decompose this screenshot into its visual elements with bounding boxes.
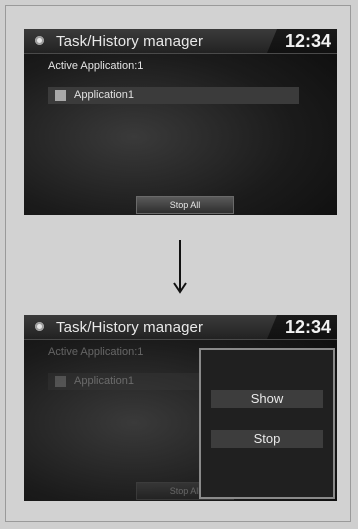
- clock: 12:34: [284, 31, 331, 51]
- stop-button[interactable]: Stop: [211, 430, 323, 448]
- application-label: Application1: [74, 89, 134, 101]
- title-bar: Task/History manager 12:34: [24, 29, 337, 54]
- show-button[interactable]: Show: [211, 390, 323, 408]
- application-checkbox[interactable]: [55, 90, 66, 101]
- active-application-label: Active Application:1: [48, 346, 144, 358]
- task-history-screen-1: Task/History manager 12:34 Active Applic…: [24, 29, 337, 215]
- menu-dot-icon[interactable]: [35, 322, 44, 331]
- screen-title: Task/History manager: [56, 319, 204, 336]
- application-row[interactable]: Application1: [48, 87, 299, 104]
- clock: 12:34: [284, 317, 331, 337]
- task-history-screen-2: Task/History manager 12:34 Active Applic…: [24, 315, 337, 501]
- title-bar: Task/History manager 12:34: [24, 315, 337, 340]
- application-options-popup: Show Stop: [199, 348, 335, 499]
- application-checkbox[interactable]: [55, 376, 66, 387]
- menu-dot-icon[interactable]: [35, 36, 44, 45]
- arrow-down-icon: [173, 240, 187, 294]
- application-label: Application1: [74, 375, 134, 387]
- stop-all-button[interactable]: Stop All: [136, 196, 234, 214]
- screen-title: Task/History manager: [56, 33, 204, 50]
- active-application-label: Active Application:1: [48, 60, 144, 72]
